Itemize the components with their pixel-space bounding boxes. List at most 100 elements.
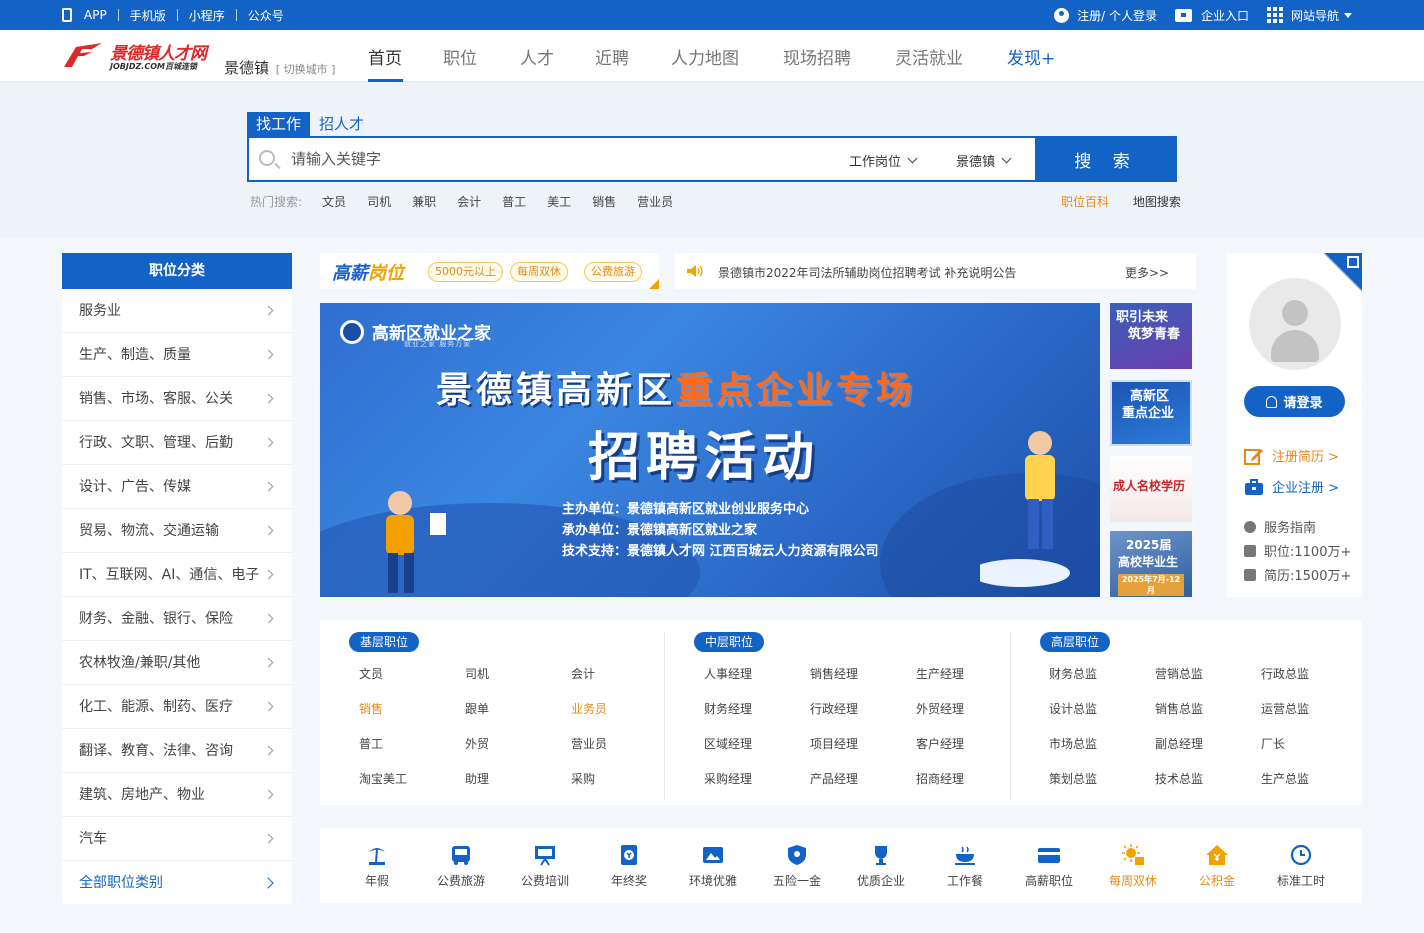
job-link[interactable]: 淘宝美工 [359, 770, 407, 787]
register-resume-link[interactable]: 注册简历 > [1244, 446, 1339, 465]
category-item[interactable]: 汽车 [62, 817, 292, 861]
hot-keyword[interactable]: 营业员 [637, 193, 673, 210]
top-link-miniprogram[interactable]: 小程序 [189, 7, 225, 24]
hot-keyword[interactable]: 普工 [502, 193, 526, 210]
category-item[interactable]: 生产、制造、质量 [62, 333, 292, 377]
category-item[interactable]: IT、互联网、AI、通信、电子 [62, 553, 292, 597]
tab-find-job[interactable]: 找工作 [247, 112, 311, 136]
enterprise-register-link[interactable]: 企业注册 > [1244, 477, 1339, 496]
job-link[interactable]: 司机 [465, 665, 489, 682]
job-link[interactable]: 厂长 [1261, 735, 1285, 752]
job-encyclopedia-link[interactable]: 职位百科 [1061, 195, 1109, 209]
main-banner[interactable]: 高新区就业之家 就业之家 服务万家 景德镇高新区重点企业专场 招聘活动 主办单位… [320, 303, 1100, 597]
category-item[interactable]: 行政、文职、管理、后勤 [62, 421, 292, 465]
all-categories-link[interactable]: 全部职位类别 [62, 861, 292, 905]
category-item[interactable]: 建筑、房地产、物业 [62, 773, 292, 817]
position-type-dropdown[interactable]: 工作岗位 [849, 151, 918, 170]
category-item[interactable]: 贸易、物流、交通运输 [62, 509, 292, 553]
benefit-social-insurance[interactable]: 五险一金 [755, 844, 839, 889]
hot-keyword[interactable]: 会计 [457, 193, 481, 210]
benefit-high-salary[interactable]: 高薪职位 [1007, 844, 1091, 889]
search-input[interactable] [291, 146, 811, 172]
benefit-weekends-off[interactable]: 每周双休 [1091, 844, 1175, 889]
job-link[interactable]: 项目经理 [810, 735, 858, 752]
job-link[interactable]: 助理 [465, 770, 489, 787]
job-link[interactable]: 产品经理 [810, 770, 858, 787]
hot-keyword[interactable]: 司机 [367, 193, 391, 210]
nav-home[interactable]: 首页 [368, 44, 402, 69]
high-salary-strip[interactable]: 高薪岗位 5000元以上 每周双休 公费旅游 [320, 253, 659, 289]
category-item[interactable]: 财务、金融、银行、保险 [62, 597, 292, 641]
nav-flexible-work[interactable]: 灵活就业 [895, 44, 963, 69]
category-item[interactable]: 销售、市场、客服、公关 [62, 377, 292, 421]
job-link[interactable]: 副总经理 [1155, 735, 1203, 752]
promo-tag[interactable]: 5000元以上 [428, 262, 503, 282]
notice-more-link[interactable]: 更多>> [1125, 264, 1169, 281]
nav-hr-map[interactable]: 人力地图 [671, 44, 739, 69]
promo-tag[interactable]: 公费旅游 [584, 262, 642, 282]
map-search-link[interactable]: 地图搜索 [1133, 195, 1181, 209]
switch-city-link[interactable]: [ 切换城市 ] [276, 63, 336, 76]
job-link[interactable]: 文员 [359, 665, 383, 682]
thumb-adult-degree[interactable]: 成人名校学历 [1110, 456, 1192, 522]
job-link[interactable]: 会计 [571, 665, 595, 682]
job-link[interactable]: 市场总监 [1049, 735, 1097, 752]
tab-find-talent[interactable]: 招人才 [310, 112, 373, 136]
login-link[interactable]: 注册/ 个人登录 [1054, 7, 1157, 24]
hot-keyword[interactable]: 兼职 [412, 193, 436, 210]
job-link[interactable]: 行政总监 [1261, 665, 1309, 682]
job-link[interactable]: 生产总监 [1261, 770, 1309, 787]
category-item[interactable]: 农林牧渔/兼职/其他 [62, 641, 292, 685]
job-link[interactable]: 普工 [359, 735, 383, 752]
job-link[interactable]: 业务员 [571, 700, 607, 717]
benefit-housing-fund[interactable]: 公积金 [1175, 844, 1259, 889]
benefit-year-end-bonus[interactable]: 年终奖 [587, 844, 671, 889]
job-link[interactable]: 外贸 [465, 735, 489, 752]
top-link-app[interactable]: APP [84, 8, 107, 22]
benefit-paid-training[interactable]: 公费培训 [503, 844, 587, 889]
benefit-work-meal[interactable]: 工作餐 [923, 844, 1007, 889]
site-nav-menu[interactable]: 网站导航 [1266, 7, 1352, 24]
hot-keyword[interactable]: 美工 [547, 193, 571, 210]
nav-onsite-recruit[interactable]: 现场招聘 [783, 44, 851, 69]
thumb-graduates-2025[interactable]: 2025届 高校毕业生 2025年7月-12月 [1110, 531, 1192, 597]
hot-keyword[interactable]: 销售 [592, 193, 616, 210]
job-link[interactable]: 行政经理 [810, 700, 858, 717]
job-link[interactable]: 生产经理 [916, 665, 964, 682]
category-item[interactable]: 翻译、教育、法律、咨询 [62, 729, 292, 773]
job-link[interactable]: 财务总监 [1049, 665, 1097, 682]
thumb-hitech-enterprise[interactable]: 高新区 重点企业 [1110, 380, 1192, 446]
nav-talent[interactable]: 人才 [520, 44, 554, 69]
notice-text[interactable]: 景德镇市2022年司法所辅助岗位招聘考试 补充说明公告 [718, 264, 1016, 281]
enterprise-entry-link[interactable]: 企业入口 [1174, 7, 1249, 24]
job-link[interactable]: 设计总监 [1049, 700, 1097, 717]
nav-discover[interactable]: 发现+ [1007, 44, 1055, 69]
benefit-standard-hours[interactable]: 标准工时 [1259, 844, 1343, 889]
job-link[interactable]: 销售 [359, 700, 383, 717]
job-link[interactable]: 客户经理 [916, 735, 964, 752]
nav-recent[interactable]: 近聘 [595, 44, 629, 69]
category-item[interactable]: 服务业 [62, 289, 292, 333]
job-link[interactable]: 外贸经理 [916, 700, 964, 717]
job-link[interactable]: 招商经理 [916, 770, 964, 787]
city-dropdown[interactable]: 景德镇 [956, 151, 1012, 170]
qr-code-icon[interactable] [1324, 253, 1362, 291]
job-link[interactable]: 策划总监 [1049, 770, 1097, 787]
thumb-future-youth[interactable]: 职引未来 筑梦青春 [1110, 303, 1192, 369]
job-link[interactable]: 销售总监 [1155, 700, 1203, 717]
job-link[interactable]: 人事经理 [704, 665, 752, 682]
search-button[interactable]: 搜 索 [1035, 136, 1177, 182]
job-link[interactable]: 营业员 [571, 735, 607, 752]
promo-tag[interactable]: 每周双休 [510, 262, 568, 282]
category-item[interactable]: 设计、广告、传媒 [62, 465, 292, 509]
job-link[interactable]: 销售经理 [810, 665, 858, 682]
job-link[interactable]: 技术总监 [1155, 770, 1203, 787]
benefit-annual-leave[interactable]: 年假 [335, 844, 419, 889]
job-link[interactable]: 营销总监 [1155, 665, 1203, 682]
job-link[interactable]: 运营总监 [1261, 700, 1309, 717]
site-logo[interactable]: 景德镇人才网 JOBJDZ.COM百城连锁 [62, 39, 214, 73]
nav-jobs[interactable]: 职位 [443, 44, 477, 69]
job-link[interactable]: 跟单 [465, 700, 489, 717]
category-item[interactable]: 化工、能源、制药、医疗 [62, 685, 292, 729]
job-link[interactable]: 采购 [571, 770, 595, 787]
